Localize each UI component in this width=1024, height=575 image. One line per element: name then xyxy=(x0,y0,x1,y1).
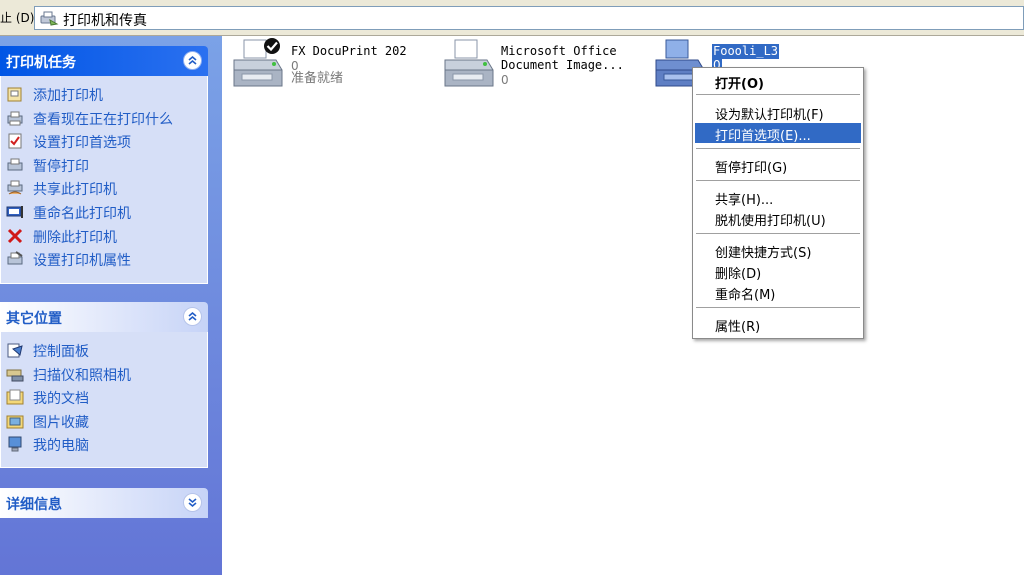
details-header[interactable]: 详细信息 xyxy=(0,488,208,518)
task-label: 重命名此打印机 xyxy=(33,205,131,222)
menu-item-open[interactable]: 打开(O) xyxy=(695,71,861,92)
other-places-list: 控制面板 扫描仪和照相机 我的文档 图片收藏 我的电脑 xyxy=(0,332,208,468)
task-share-printer[interactable]: 共享此打印机 xyxy=(1,176,207,200)
place-scanners-cameras[interactable]: 扫描仪和照相机 xyxy=(1,362,207,386)
printer-tasks-title: 打印机任务 xyxy=(6,55,76,71)
printer-tasks-header[interactable]: 打印机任务 xyxy=(0,46,208,76)
task-label: 添加打印机 xyxy=(33,88,103,104)
task-printer-properties[interactable]: 设置打印机属性 xyxy=(1,247,207,271)
my-documents-icon xyxy=(6,389,24,405)
task-label: 查看现在正在打印什么 xyxy=(33,111,173,128)
my-pictures-icon xyxy=(6,415,24,429)
place-label: 控制面板 xyxy=(33,344,89,360)
printer-name-line2: Document Image... xyxy=(501,58,624,72)
task-label: 设置打印首选项 xyxy=(33,135,131,152)
printer-doc-count: 0 xyxy=(501,73,509,87)
other-places-panel: 其它位置 控制面板 扫描仪和照相机 我的文档 图片收藏 我的电脑 xyxy=(0,302,208,468)
collapse-chevron-icon[interactable] xyxy=(183,51,202,70)
address-input[interactable]: 打印机和传真 xyxy=(34,6,1024,30)
other-places-header[interactable]: 其它位置 xyxy=(0,302,208,332)
printer-tasks-panel: 打印机任务 添加打印机 查看现在正在打印什么 设置打印首选项 暂停打印 共享此打… xyxy=(0,46,208,284)
task-set-preferences[interactable]: 设置打印首选项 xyxy=(1,129,207,153)
printer-properties-icon xyxy=(7,251,23,265)
menu-item-set-default[interactable]: 设为默认打印机(F) xyxy=(695,102,861,123)
menu-item-share[interactable]: 共享(H)... xyxy=(695,187,861,208)
expand-chevron-icon[interactable] xyxy=(183,493,202,512)
printer-icon xyxy=(444,39,494,87)
menu-label: 属性(R) xyxy=(715,320,761,335)
menu-label: 脱机使用打印机(U) xyxy=(715,214,826,229)
place-my-pictures[interactable]: 图片收藏 xyxy=(1,409,207,433)
menu-item-printing-preferences[interactable]: 打印首选项(E)... xyxy=(695,123,861,144)
context-menu: 打开(O) 设为默认打印机(F) 打印首选项(E)... 暂停打印(G) 共享(… xyxy=(692,67,864,339)
my-computer-icon xyxy=(8,436,22,452)
default-printer-check-icon xyxy=(264,38,280,54)
print-queue-icon xyxy=(7,111,23,126)
menu-item-pause-printing[interactable]: 暂停打印(G) xyxy=(695,155,861,176)
other-places-title: 其它位置 xyxy=(6,311,62,327)
menu-label: 设为默认打印机(F) xyxy=(715,108,824,123)
place-label: 图片收藏 xyxy=(33,414,89,431)
printer-item-microsoft-office[interactable]: Microsoft Office Document Image... 0 xyxy=(441,36,641,96)
printer-name: Microsoft Office xyxy=(501,44,617,58)
details-panel: 详细信息 xyxy=(0,488,208,518)
place-label: 我的电脑 xyxy=(33,438,89,455)
printer-item-fx-docuprint[interactable]: FX DocuPrint 202 0 准备就绪 xyxy=(230,36,430,96)
task-pause-printing[interactable]: 暂停打印 xyxy=(1,153,207,177)
menu-label: 删除(D) xyxy=(715,267,762,282)
task-add-printer[interactable]: 添加打印机 xyxy=(1,82,207,106)
menu-separator xyxy=(696,307,860,308)
printer-tasks-list: 添加打印机 查看现在正在打印什么 设置打印首选项 暂停打印 共享此打印机 重命名… xyxy=(0,76,208,284)
place-my-documents[interactable]: 我的文档 xyxy=(1,385,207,409)
printer-name: Foooli_L3 xyxy=(712,44,780,59)
address-path: 打印机和传真 xyxy=(63,13,147,29)
print-preferences-icon xyxy=(8,133,22,149)
delete-icon xyxy=(7,228,23,243)
rename-icon xyxy=(6,205,23,218)
place-my-computer[interactable]: 我的电脑 xyxy=(1,432,207,456)
task-label: 设置打印机属性 xyxy=(33,253,131,270)
menu-label: 重命名(M) xyxy=(715,288,776,303)
menu-item-properties[interactable]: 属性(R) xyxy=(695,314,861,335)
place-label: 我的文档 xyxy=(33,391,89,408)
menu-item-use-offline[interactable]: 脱机使用打印机(U) xyxy=(695,208,861,229)
menu-separator xyxy=(696,94,860,95)
printers-folder-icon xyxy=(40,11,59,26)
task-delete-printer[interactable]: 删除此打印机 xyxy=(1,224,207,248)
menu-label: 打印首选项(E)... xyxy=(715,129,811,144)
control-panel-icon xyxy=(7,343,23,358)
menu-label: 暂停打印(G) xyxy=(715,161,788,176)
task-label: 删除此打印机 xyxy=(33,229,117,246)
collapse-chevron-icon[interactable] xyxy=(183,307,202,326)
task-label: 暂停打印 xyxy=(33,158,89,175)
printer-status: 准备就绪 xyxy=(291,71,344,86)
menu-separator xyxy=(696,233,860,234)
task-label: 共享此打印机 xyxy=(33,182,117,199)
address-label: 止 (D) xyxy=(0,11,35,25)
menu-label: 共享(H)... xyxy=(715,193,774,208)
menu-item-rename[interactable]: 重命名(M) xyxy=(695,282,861,303)
menu-item-delete[interactable]: 删除(D) xyxy=(695,261,861,282)
place-control-panel[interactable]: 控制面板 xyxy=(1,338,207,362)
menu-label: 打开(O) xyxy=(715,77,764,92)
details-title: 详细信息 xyxy=(6,497,62,513)
place-label: 扫描仪和照相机 xyxy=(33,367,131,384)
add-printer-icon xyxy=(7,87,22,102)
menu-label: 创建快捷方式(S) xyxy=(715,246,812,261)
task-rename-printer[interactable]: 重命名此打印机 xyxy=(1,200,207,224)
task-pane: 打印机任务 添加打印机 查看现在正在打印什么 设置打印首选项 暂停打印 共享此打… xyxy=(0,36,222,575)
scanner-camera-icon xyxy=(6,369,24,382)
menu-separator xyxy=(696,180,860,181)
menu-item-create-shortcut[interactable]: 创建快捷方式(S) xyxy=(695,240,861,261)
menu-separator xyxy=(696,148,860,149)
task-see-printing[interactable]: 查看现在正在打印什么 xyxy=(1,106,207,130)
address-bar: 止 (D) 打印机和传真 xyxy=(0,0,1024,36)
pause-printer-icon xyxy=(7,158,23,171)
share-printer-icon xyxy=(7,180,23,195)
printer-name: FX DocuPrint 202 xyxy=(291,44,407,58)
